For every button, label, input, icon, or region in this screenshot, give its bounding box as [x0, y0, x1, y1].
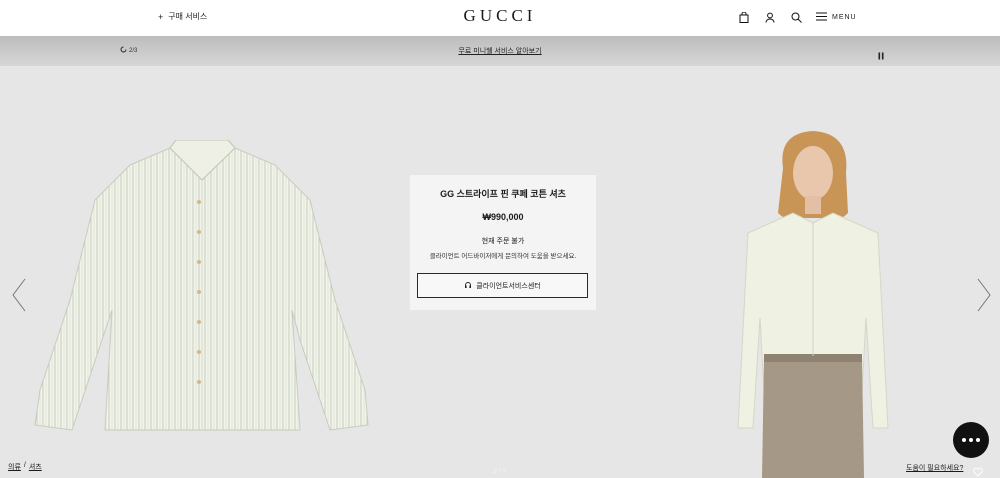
menu-button[interactable]: MENU	[816, 12, 857, 23]
shopping-bag-icon[interactable]	[738, 10, 750, 24]
search-icon[interactable]	[790, 10, 802, 24]
hamburger-icon	[816, 12, 827, 23]
client-service-center-label: 클라이언트서비스센터	[476, 282, 541, 290]
carousel-next-arrow[interactable]	[977, 278, 991, 312]
menu-label: MENU	[832, 13, 857, 21]
site-header: + 구매 서비스 GUCCI MENU	[0, 0, 1000, 36]
product-carousel: GG 스트라이프 핀 쿠페 코튼 셔츠 ₩990,000 현재 주문 불가 클라…	[0, 66, 1000, 478]
model-image	[737, 131, 889, 478]
user-icon[interactable]	[764, 10, 776, 24]
header-icons: MENU	[738, 10, 857, 24]
client-service-center-button[interactable]: 클라이언트서비스센터	[417, 273, 588, 298]
product-price: ₩990,000	[482, 212, 524, 222]
promo-banner: 2/3 무료 미니쉘 서비스 알아보기	[0, 36, 1000, 66]
pause-icon[interactable]	[877, 47, 885, 60]
availability-status: 현재 주문 불가	[481, 238, 525, 245]
headset-icon	[464, 281, 472, 291]
heart-icon[interactable]	[973, 464, 983, 477]
promo-link[interactable]: 무료 미니쉘 서비스 알아보기	[0, 46, 1000, 56]
carousel-prev-arrow[interactable]	[12, 278, 26, 312]
help-link[interactable]: 도움이 필요하세요?	[906, 463, 963, 473]
product-info-card: GG 스트라이프 핀 쿠페 코튼 셔츠 ₩990,000 현재 주문 불가 클라…	[410, 175, 596, 310]
product-name: GG 스트라이프 핀 쿠페 코튼 셔츠	[440, 189, 566, 199]
shirt-product-image	[34, 140, 369, 431]
availability-note: 클라이언트 어드바이저에게 문의하여 도움을 받으세요.	[429, 253, 577, 260]
chat-dots-icon	[962, 438, 980, 442]
chat-button[interactable]	[953, 422, 989, 458]
slide-index: 2 / 7	[493, 468, 507, 475]
